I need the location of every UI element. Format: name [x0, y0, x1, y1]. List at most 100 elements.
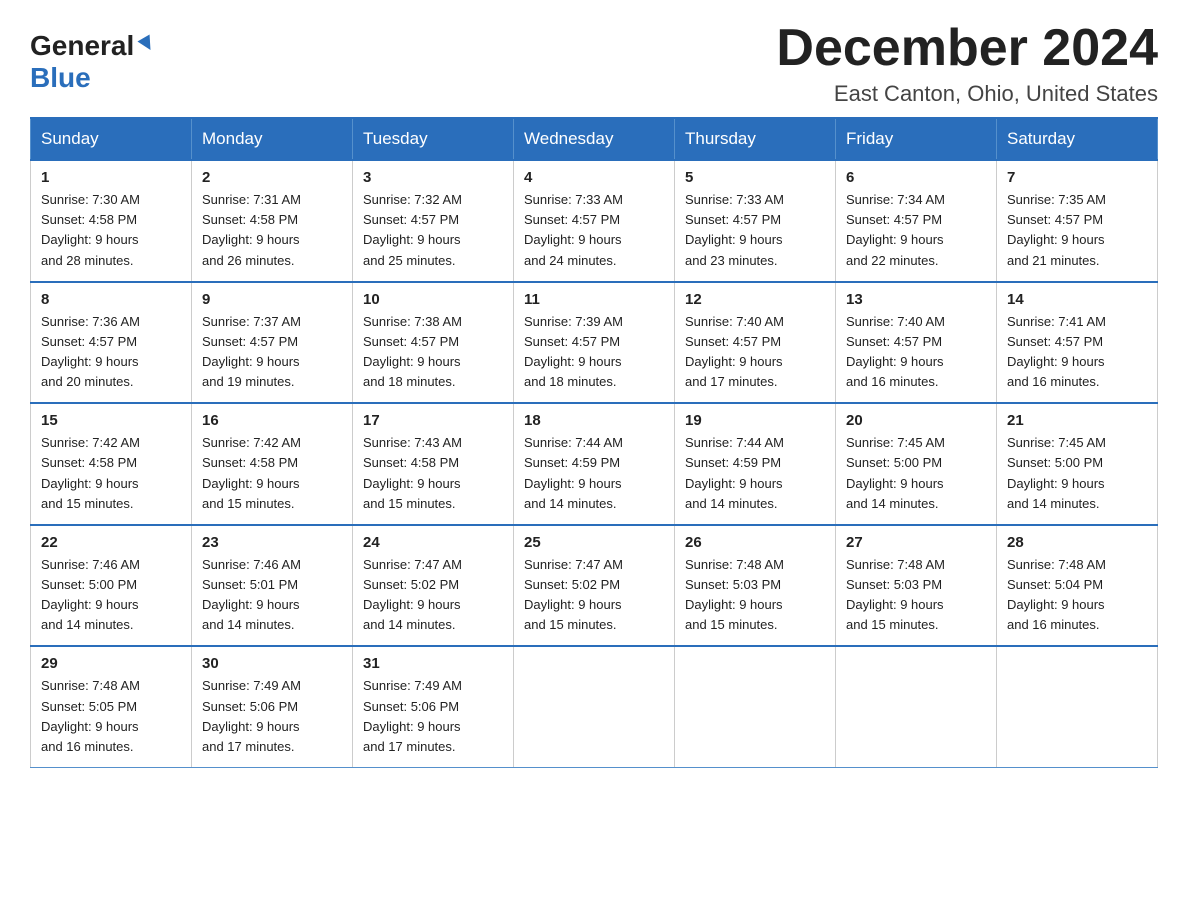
day-number: 1 [41, 169, 181, 186]
day-info: Sunrise: 7:49 AM Sunset: 5:06 PM Dayligh… [363, 676, 503, 757]
day-cell: 17 Sunrise: 7:43 AM Sunset: 4:58 PM Dayl… [353, 403, 514, 525]
day-number: 7 [1007, 169, 1147, 186]
day-cell: 21 Sunrise: 7:45 AM Sunset: 5:00 PM Dayl… [997, 403, 1158, 525]
col-header-friday: Friday [836, 118, 997, 160]
day-info: Sunrise: 7:30 AM Sunset: 4:58 PM Dayligh… [41, 190, 181, 271]
day-info: Sunrise: 7:43 AM Sunset: 4:58 PM Dayligh… [363, 433, 503, 514]
day-info: Sunrise: 7:40 AM Sunset: 4:57 PM Dayligh… [685, 312, 825, 393]
day-number: 10 [363, 291, 503, 308]
day-info: Sunrise: 7:48 AM Sunset: 5:03 PM Dayligh… [846, 555, 986, 636]
week-row-3: 15 Sunrise: 7:42 AM Sunset: 4:58 PM Dayl… [31, 403, 1158, 525]
day-info: Sunrise: 7:47 AM Sunset: 5:02 PM Dayligh… [363, 555, 503, 636]
day-info: Sunrise: 7:45 AM Sunset: 5:00 PM Dayligh… [846, 433, 986, 514]
day-info: Sunrise: 7:48 AM Sunset: 5:03 PM Dayligh… [685, 555, 825, 636]
day-info: Sunrise: 7:33 AM Sunset: 4:57 PM Dayligh… [685, 190, 825, 271]
day-info: Sunrise: 7:48 AM Sunset: 5:04 PM Dayligh… [1007, 555, 1147, 636]
day-cell: 28 Sunrise: 7:48 AM Sunset: 5:04 PM Dayl… [997, 525, 1158, 647]
day-number: 30 [202, 655, 342, 672]
day-number: 12 [685, 291, 825, 308]
col-header-thursday: Thursday [675, 118, 836, 160]
day-info: Sunrise: 7:46 AM Sunset: 5:00 PM Dayligh… [41, 555, 181, 636]
day-cell: 18 Sunrise: 7:44 AM Sunset: 4:59 PM Dayl… [514, 403, 675, 525]
day-cell: 22 Sunrise: 7:46 AM Sunset: 5:00 PM Dayl… [31, 525, 192, 647]
day-info: Sunrise: 7:42 AM Sunset: 4:58 PM Dayligh… [41, 433, 181, 514]
day-number: 5 [685, 169, 825, 186]
day-info: Sunrise: 7:33 AM Sunset: 4:57 PM Dayligh… [524, 190, 664, 271]
col-header-wednesday: Wednesday [514, 118, 675, 160]
day-info: Sunrise: 7:39 AM Sunset: 4:57 PM Dayligh… [524, 312, 664, 393]
day-cell: 14 Sunrise: 7:41 AM Sunset: 4:57 PM Dayl… [997, 282, 1158, 404]
day-cell: 24 Sunrise: 7:47 AM Sunset: 5:02 PM Dayl… [353, 525, 514, 647]
day-info: Sunrise: 7:41 AM Sunset: 4:57 PM Dayligh… [1007, 312, 1147, 393]
col-header-saturday: Saturday [997, 118, 1158, 160]
month-title: December 2024 [776, 20, 1158, 77]
day-number: 31 [363, 655, 503, 672]
day-info: Sunrise: 7:34 AM Sunset: 4:57 PM Dayligh… [846, 190, 986, 271]
day-number: 21 [1007, 412, 1147, 429]
day-cell: 6 Sunrise: 7:34 AM Sunset: 4:57 PM Dayli… [836, 160, 997, 282]
day-cell: 23 Sunrise: 7:46 AM Sunset: 5:01 PM Dayl… [192, 525, 353, 647]
title-block: December 2024 East Canton, Ohio, United … [776, 20, 1158, 107]
day-number: 20 [846, 412, 986, 429]
day-cell: 2 Sunrise: 7:31 AM Sunset: 4:58 PM Dayli… [192, 160, 353, 282]
day-info: Sunrise: 7:49 AM Sunset: 5:06 PM Dayligh… [202, 676, 342, 757]
day-number: 13 [846, 291, 986, 308]
day-cell: 26 Sunrise: 7:48 AM Sunset: 5:03 PM Dayl… [675, 525, 836, 647]
day-number: 27 [846, 534, 986, 551]
page-header: General Blue December 2024 East Canton, … [30, 20, 1158, 107]
day-cell: 13 Sunrise: 7:40 AM Sunset: 4:57 PM Dayl… [836, 282, 997, 404]
day-info: Sunrise: 7:44 AM Sunset: 4:59 PM Dayligh… [685, 433, 825, 514]
day-cell [514, 646, 675, 767]
day-cell: 20 Sunrise: 7:45 AM Sunset: 5:00 PM Dayl… [836, 403, 997, 525]
day-number: 2 [202, 169, 342, 186]
logo-general-text: General [30, 30, 134, 62]
week-row-4: 22 Sunrise: 7:46 AM Sunset: 5:00 PM Dayl… [31, 525, 1158, 647]
day-cell: 19 Sunrise: 7:44 AM Sunset: 4:59 PM Dayl… [675, 403, 836, 525]
days-of-week-row: SundayMondayTuesdayWednesdayThursdayFrid… [31, 118, 1158, 160]
day-cell: 31 Sunrise: 7:49 AM Sunset: 5:06 PM Dayl… [353, 646, 514, 767]
day-cell: 1 Sunrise: 7:30 AM Sunset: 4:58 PM Dayli… [31, 160, 192, 282]
day-cell: 30 Sunrise: 7:49 AM Sunset: 5:06 PM Dayl… [192, 646, 353, 767]
location-title: East Canton, Ohio, United States [776, 81, 1158, 107]
day-cell: 12 Sunrise: 7:40 AM Sunset: 4:57 PM Dayl… [675, 282, 836, 404]
day-cell: 25 Sunrise: 7:47 AM Sunset: 5:02 PM Dayl… [514, 525, 675, 647]
day-number: 15 [41, 412, 181, 429]
logo: General Blue [30, 30, 158, 94]
day-number: 28 [1007, 534, 1147, 551]
day-cell: 10 Sunrise: 7:38 AM Sunset: 4:57 PM Dayl… [353, 282, 514, 404]
day-number: 9 [202, 291, 342, 308]
day-cell: 5 Sunrise: 7:33 AM Sunset: 4:57 PM Dayli… [675, 160, 836, 282]
day-cell: 16 Sunrise: 7:42 AM Sunset: 4:58 PM Dayl… [192, 403, 353, 525]
day-number: 22 [41, 534, 181, 551]
day-cell: 3 Sunrise: 7:32 AM Sunset: 4:57 PM Dayli… [353, 160, 514, 282]
day-cell: 15 Sunrise: 7:42 AM Sunset: 4:58 PM Dayl… [31, 403, 192, 525]
logo-triangle-icon [136, 33, 158, 55]
day-info: Sunrise: 7:47 AM Sunset: 5:02 PM Dayligh… [524, 555, 664, 636]
day-info: Sunrise: 7:42 AM Sunset: 4:58 PM Dayligh… [202, 433, 342, 514]
day-info: Sunrise: 7:45 AM Sunset: 5:00 PM Dayligh… [1007, 433, 1147, 514]
week-row-2: 8 Sunrise: 7:36 AM Sunset: 4:57 PM Dayli… [31, 282, 1158, 404]
day-cell: 29 Sunrise: 7:48 AM Sunset: 5:05 PM Dayl… [31, 646, 192, 767]
day-number: 18 [524, 412, 664, 429]
day-info: Sunrise: 7:38 AM Sunset: 4:57 PM Dayligh… [363, 312, 503, 393]
calendar-table: SundayMondayTuesdayWednesdayThursdayFrid… [30, 117, 1158, 768]
day-number: 11 [524, 291, 664, 308]
day-number: 19 [685, 412, 825, 429]
day-info: Sunrise: 7:36 AM Sunset: 4:57 PM Dayligh… [41, 312, 181, 393]
day-cell: 9 Sunrise: 7:37 AM Sunset: 4:57 PM Dayli… [192, 282, 353, 404]
day-cell: 11 Sunrise: 7:39 AM Sunset: 4:57 PM Dayl… [514, 282, 675, 404]
day-info: Sunrise: 7:35 AM Sunset: 4:57 PM Dayligh… [1007, 190, 1147, 271]
week-row-1: 1 Sunrise: 7:30 AM Sunset: 4:58 PM Dayli… [31, 160, 1158, 282]
day-cell: 27 Sunrise: 7:48 AM Sunset: 5:03 PM Dayl… [836, 525, 997, 647]
day-info: Sunrise: 7:31 AM Sunset: 4:58 PM Dayligh… [202, 190, 342, 271]
day-number: 16 [202, 412, 342, 429]
day-cell [997, 646, 1158, 767]
day-number: 3 [363, 169, 503, 186]
day-number: 4 [524, 169, 664, 186]
col-header-monday: Monday [192, 118, 353, 160]
day-cell: 7 Sunrise: 7:35 AM Sunset: 4:57 PM Dayli… [997, 160, 1158, 282]
day-number: 29 [41, 655, 181, 672]
col-header-tuesday: Tuesday [353, 118, 514, 160]
day-cell: 4 Sunrise: 7:33 AM Sunset: 4:57 PM Dayli… [514, 160, 675, 282]
day-number: 25 [524, 534, 664, 551]
